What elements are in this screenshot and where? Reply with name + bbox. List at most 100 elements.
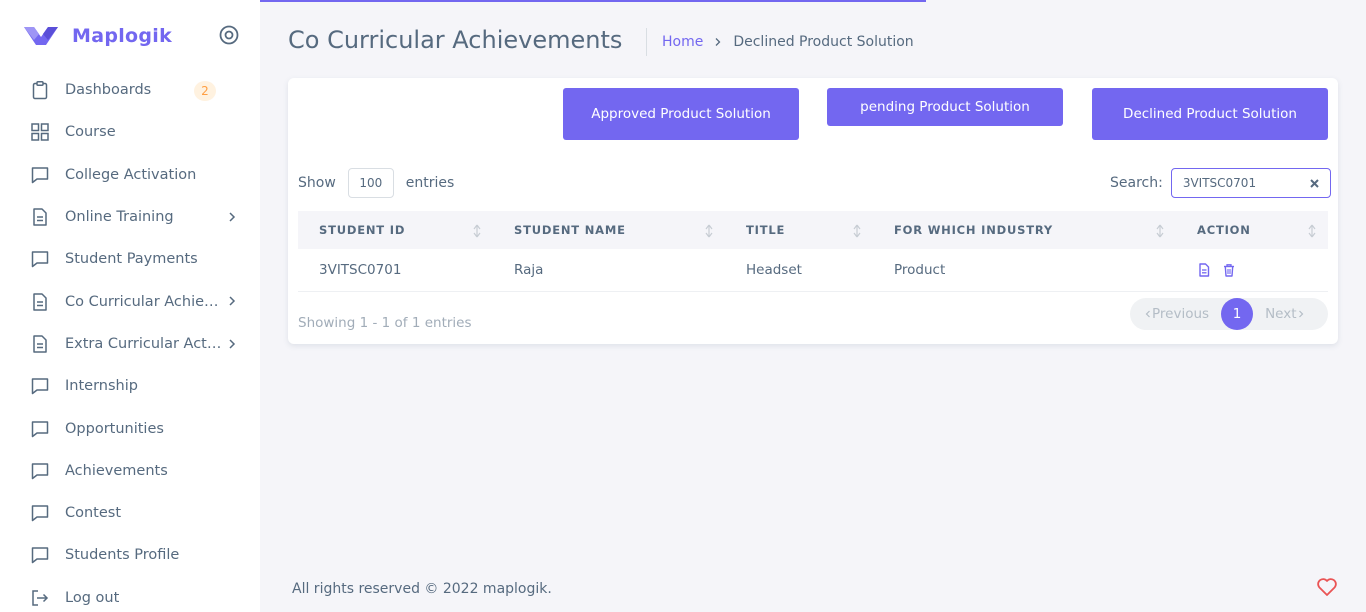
cell-title: Headset	[725, 249, 873, 292]
sidebar-menu: Dashboards 2 Course College Activation O…	[0, 69, 260, 612]
menu-toggle-icon[interactable]	[218, 24, 240, 46]
sidebar-item-label: Co Curricular Achievements	[65, 293, 223, 310]
sidebar-item-label: Online Training	[65, 209, 174, 226]
logout-icon	[32, 589, 49, 606]
table-row: 3VITSC0701 Raja Headset Product	[298, 249, 1328, 292]
column-header-title[interactable]: TITLE	[725, 211, 873, 249]
cell-student-id: 3VITSC0701	[298, 249, 493, 292]
breadcrumb: Home Declined Product Solution	[662, 34, 914, 50]
entries-length-select[interactable]: 100	[347, 168, 394, 198]
message-square-icon	[31, 547, 49, 564]
message-square-icon	[31, 505, 49, 522]
grid-icon	[31, 123, 49, 142]
column-header-label: ACTION	[1197, 223, 1251, 237]
chevron-right-icon	[715, 38, 721, 46]
cell-industry: Product	[873, 249, 1176, 292]
previous-label: Previous	[1152, 306, 1210, 322]
chevron-right-icon	[229, 296, 236, 307]
pagination-page-current[interactable]: 1	[1221, 298, 1254, 330]
file-text-icon	[33, 292, 47, 311]
column-header-label: TITLE	[746, 223, 786, 237]
sidebar-item-label: Opportunities	[65, 420, 164, 437]
sidebar-item-dashboards[interactable]: Dashboards 2	[0, 69, 260, 111]
pagination-next[interactable]: Next	[1265, 306, 1304, 322]
column-header-student-name[interactable]: STUDENT NAME	[493, 211, 725, 249]
chevron-right-icon	[1298, 310, 1303, 318]
column-header-label: FOR WHICH INDUSTRY	[894, 223, 1054, 237]
chevron-right-icon	[229, 212, 236, 222]
sidebar-item-online-training[interactable]: Online Training	[0, 196, 260, 238]
sidebar-item-extra-curricular-activities[interactable]: Extra Curricular Activities	[0, 323, 260, 365]
solutions-table: STUDENT ID STUDENT NAME TITLE FOR WHICH …	[298, 211, 1328, 292]
message-square-icon	[31, 463, 49, 480]
title-divider	[646, 28, 647, 56]
heart-icon[interactable]	[1316, 576, 1338, 598]
sort-icon	[473, 224, 481, 238]
sidebar-item-students-profile[interactable]: Students Profile	[0, 534, 260, 576]
message-square-icon	[31, 378, 49, 395]
sort-icon	[853, 224, 861, 238]
sidebar-item-label: Student Payments	[65, 251, 198, 268]
sidebar-item-label: Contest	[65, 505, 122, 522]
entries-label: entries	[405, 175, 455, 191]
cell-student-name: Raja	[493, 249, 725, 292]
column-header-for-which-industry[interactable]: FOR WHICH INDUSTRY	[873, 211, 1176, 249]
breadcrumb-home-link[interactable]: Home	[662, 34, 703, 50]
sidebar-item-label: Log out	[65, 589, 120, 606]
notification-badge: 2	[194, 81, 216, 101]
breadcrumb-current: Declined Product Solution	[733, 34, 914, 50]
sidebar-item-label: Extra Curricular Activities	[65, 335, 223, 352]
loading-progress-bar	[260, 0, 926, 2]
pending-product-solution-button[interactable]: pending Product Solution	[827, 88, 1063, 126]
file-text-icon	[33, 335, 47, 353]
sidebar-item-college-activation[interactable]: College Activation	[0, 154, 260, 196]
file-text-icon	[33, 208, 47, 226]
chevron-left-icon	[1145, 310, 1150, 318]
brand-name: Maplogik	[72, 25, 173, 47]
sort-icon	[1156, 224, 1164, 238]
brand[interactable]: Maplogik	[22, 22, 242, 50]
column-header-label: STUDENT NAME	[514, 223, 626, 237]
sidebar-item-contest[interactable]: Contest	[0, 492, 260, 534]
sidebar-item-opportunities[interactable]: Opportunities	[0, 407, 260, 449]
clipboard-icon	[32, 81, 48, 100]
table-info: Showing 1 - 1 of 1 entries	[298, 315, 472, 331]
pagination: Previous 1 Next	[1130, 298, 1328, 330]
sidebar-item-label: Course	[65, 124, 116, 141]
table-search: Search:	[1110, 168, 1331, 198]
sidebar: Maplogik Dashboards 2 Course College Act…	[0, 0, 260, 612]
show-label: Show	[298, 175, 336, 191]
solutions-card: Approved Product Solution pending Produc…	[288, 78, 1338, 344]
sidebar-item-label: Students Profile	[65, 547, 180, 564]
message-square-icon	[31, 251, 49, 268]
search-input[interactable]	[1170, 168, 1331, 198]
sidebar-item-label: Dashboards	[65, 82, 152, 99]
sidebar-item-student-payments[interactable]: Student Payments	[0, 238, 260, 280]
table-header-row: STUDENT ID STUDENT NAME TITLE FOR WHICH …	[298, 211, 1328, 249]
sidebar-item-achievements[interactable]: Achievements	[0, 450, 260, 492]
sidebar-item-course[interactable]: Course	[0, 111, 260, 153]
sidebar-item-label: College Activation	[65, 166, 197, 183]
pagination-previous[interactable]: Previous	[1144, 306, 1209, 322]
message-square-icon	[31, 420, 49, 437]
maplogik-logo-icon	[24, 27, 58, 45]
page-title: Co Curricular Achievements	[288, 26, 623, 54]
sidebar-item-internship[interactable]: Internship	[0, 365, 260, 407]
search-label: Search:	[1110, 175, 1163, 191]
entries-length-control: Show 100 entries	[298, 168, 454, 198]
column-header-student-id[interactable]: STUDENT ID	[298, 211, 493, 249]
message-square-icon	[31, 166, 49, 183]
column-header-label: STUDENT ID	[319, 223, 406, 237]
sidebar-item-label: Achievements	[65, 462, 168, 479]
next-label: Next	[1265, 306, 1297, 322]
cell-action	[1176, 249, 1328, 292]
view-document-icon[interactable]	[1197, 263, 1211, 277]
sidebar-item-co-curricular-achievements[interactable]: Co Curricular Achievements	[0, 280, 260, 322]
sidebar-item-log-out[interactable]: Log out	[0, 577, 260, 612]
column-header-action[interactable]: ACTION	[1176, 211, 1328, 249]
declined-product-solution-button[interactable]: Declined Product Solution	[1092, 88, 1328, 140]
clear-search-icon[interactable]	[1310, 179, 1319, 188]
delete-icon[interactable]	[1222, 263, 1236, 277]
footer-copyright: All rights reserved © 2022 maplogik.	[292, 581, 552, 597]
approved-product-solution-button[interactable]: Approved Product Solution	[563, 88, 799, 140]
